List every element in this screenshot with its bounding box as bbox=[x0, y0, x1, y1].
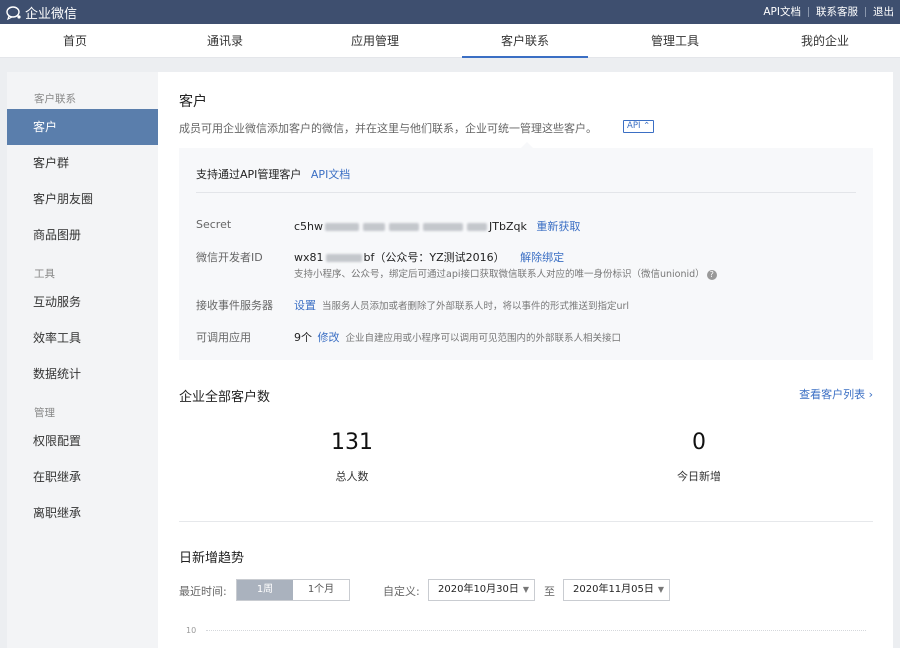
api-tag-label: API bbox=[627, 121, 641, 131]
developer-id-hint: 支持小程序、公众号，绑定后可通过api接口获取微信联系人对应的唯一身份标识（微信… bbox=[294, 266, 717, 280]
total-count-label: 总人数 bbox=[335, 470, 369, 483]
page-description: 成员可用企业微信添加客户的微信，并在这里与他们联系，企业可统一管理这些客户。 bbox=[179, 122, 597, 135]
total-count-value: 131 bbox=[331, 430, 373, 455]
developer-id-prefix: wx81 bbox=[294, 251, 324, 264]
redacted-mask bbox=[325, 254, 362, 262]
caret-down-icon: ▼ bbox=[522, 585, 529, 594]
contact-support-link[interactable]: 联系客服 bbox=[816, 4, 858, 19]
nav-app-management[interactable]: 应用管理 bbox=[300, 24, 450, 58]
api-toggle-button[interactable]: API ⌃ bbox=[623, 120, 655, 133]
time-range-toggle: 1周 1个月 bbox=[236, 579, 350, 601]
nav-my-enterprise[interactable]: 我的企业 bbox=[750, 24, 900, 58]
redacted-mask bbox=[467, 223, 488, 231]
sidebar: 客户联系 客户 客户群 客户朋友圈 商品图册 工具 互动服务 效率工具 数据统计… bbox=[7, 72, 158, 648]
nav-home[interactable]: 首页 bbox=[0, 24, 150, 58]
date-to-separator: 至 bbox=[544, 585, 555, 598]
redacted-mask bbox=[389, 223, 420, 231]
redacted-mask bbox=[423, 223, 464, 231]
api-doc-link[interactable]: API文档 bbox=[763, 4, 801, 19]
modify-apps-link[interactable]: 修改 bbox=[318, 331, 340, 344]
help-icon[interactable]: ? bbox=[706, 269, 717, 280]
top-links: API文档 联系客服 退出 bbox=[763, 4, 894, 19]
redacted-mask bbox=[325, 223, 360, 231]
unbind-link[interactable]: 解除绑定 bbox=[520, 251, 564, 264]
sidebar-item-permissions[interactable]: 权限配置 bbox=[7, 423, 158, 459]
sidebar-item-efficiency-tools[interactable]: 效率工具 bbox=[7, 320, 158, 356]
top-bar: 企业微信 API文档 联系客服 退出 bbox=[0, 0, 900, 24]
main-nav: 首页 通讯录 应用管理 客户联系 管理工具 我的企业 bbox=[0, 24, 900, 58]
wecom-logo-icon bbox=[6, 5, 21, 20]
date-to-select[interactable]: 2020年11月05日 ▼ bbox=[563, 579, 670, 601]
custom-range-label: 自定义: bbox=[383, 585, 420, 598]
date-from-value: 2020年10月30日 bbox=[438, 584, 519, 595]
brand-name: 企业微信 bbox=[25, 7, 78, 22]
event-server-label: 接收事件服务器 bbox=[196, 299, 273, 312]
developer-id-hint-text: 支持小程序、公众号，绑定后可通过api接口获取微信联系人对应的唯一身份标识（微信… bbox=[294, 269, 705, 280]
range-option-1-month[interactable]: 1个月 bbox=[293, 580, 349, 600]
sidebar-group-management: 管理 bbox=[34, 407, 55, 419]
page-title: 客户 bbox=[179, 94, 207, 110]
sidebar-item-customers[interactable]: 客户 bbox=[7, 109, 158, 145]
sidebar-item-customer-groups[interactable]: 客户群 bbox=[7, 145, 158, 181]
secret-prefix: c5hw bbox=[294, 220, 324, 233]
secret-value: c5hw JTbZqk 重新获取 bbox=[294, 218, 580, 234]
chevron-up-icon: ⌃ bbox=[643, 121, 651, 131]
developer-id-label: 微信开发者ID bbox=[196, 251, 263, 264]
range-option-1-week[interactable]: 1周 bbox=[237, 580, 293, 600]
api-panel-heading: 支持通过API管理客户 API文档 bbox=[196, 166, 350, 182]
nav-contacts[interactable]: 通讯录 bbox=[150, 24, 300, 58]
divider bbox=[179, 521, 873, 522]
sidebar-item-moments[interactable]: 客户朋友圈 bbox=[7, 181, 158, 217]
sidebar-item-interactive-service[interactable]: 互动服务 bbox=[7, 284, 158, 320]
view-customer-list-link[interactable]: 查看客户列表 › bbox=[799, 386, 873, 402]
sidebar-item-data-statistics[interactable]: 数据统计 bbox=[7, 356, 158, 392]
sidebar-item-resigned-inheritance[interactable]: 离职继承 bbox=[7, 495, 158, 531]
secret-suffix: JTbZqk bbox=[489, 220, 527, 233]
secret-label: Secret bbox=[196, 218, 232, 231]
callable-apps-note: 企业自建应用或小程序可以调用可见范围内的外部联系人相关接口 bbox=[345, 333, 622, 344]
sidebar-group-tools: 工具 bbox=[34, 268, 55, 280]
api-heading-text: 支持通过API管理客户 bbox=[196, 168, 302, 181]
callable-apps-value: 9个 修改 企业自建应用或小程序可以调用可见范围内的外部联系人相关接口 bbox=[294, 329, 621, 345]
sidebar-item-active-inheritance[interactable]: 在职继承 bbox=[7, 459, 158, 495]
divider bbox=[865, 6, 866, 17]
today-new-label: 今日新增 bbox=[677, 470, 721, 483]
date-from-select[interactable]: 2020年10月30日 ▼ bbox=[428, 579, 535, 601]
chart-gridline bbox=[206, 630, 866, 631]
api-doc-link-inline[interactable]: API文档 bbox=[311, 168, 350, 181]
panel-notch bbox=[521, 142, 533, 148]
divider bbox=[808, 6, 809, 17]
date-to-value: 2020年11月05日 bbox=[573, 584, 654, 595]
event-server-setup-link[interactable]: 设置 bbox=[294, 299, 316, 312]
chart-y-tick: 10 bbox=[186, 626, 197, 635]
api-panel: 支持通过API管理客户 API文档 Secret c5hw JTbZqk 重新获取… bbox=[179, 142, 873, 360]
sidebar-item-product-album[interactable]: 商品图册 bbox=[7, 217, 158, 253]
logout-link[interactable]: 退出 bbox=[873, 4, 894, 19]
total-customers-title: 企业全部客户数 bbox=[179, 390, 271, 405]
event-server-note: 当服务人员添加或者删除了外部联系人时，将以事件的形式推送到指定url bbox=[322, 301, 630, 312]
nav-management-tools[interactable]: 管理工具 bbox=[600, 24, 750, 58]
redacted-mask bbox=[363, 223, 386, 231]
sidebar-group-customer-contact: 客户联系 bbox=[34, 93, 76, 105]
callable-apps-count: 9个 bbox=[294, 331, 312, 344]
daily-trend-title: 日新增趋势 bbox=[179, 551, 245, 566]
recent-time-label: 最近时间: bbox=[179, 585, 227, 598]
brand-logo[interactable]: 企业微信 bbox=[6, 3, 77, 22]
caret-down-icon: ▼ bbox=[657, 585, 664, 594]
developer-id-suffix: bf（公众号：YZ测试2016） bbox=[363, 251, 505, 264]
today-new-value: 0 bbox=[692, 430, 706, 455]
callable-apps-label: 可调用应用 bbox=[196, 331, 251, 344]
main-content: 客户 成员可用企业微信添加客户的微信，并在这里与他们联系，企业可统一管理这些客户… bbox=[158, 72, 893, 648]
developer-id-value: wx81 bf（公众号：YZ测试2016） 解除绑定 bbox=[294, 249, 564, 265]
nav-customer-contact[interactable]: 客户联系 bbox=[450, 24, 600, 58]
divider bbox=[196, 192, 856, 193]
event-server-value: 设置 当服务人员添加或者删除了外部联系人时，将以事件的形式推送到指定url bbox=[294, 297, 629, 313]
refetch-secret-link[interactable]: 重新获取 bbox=[536, 220, 580, 233]
